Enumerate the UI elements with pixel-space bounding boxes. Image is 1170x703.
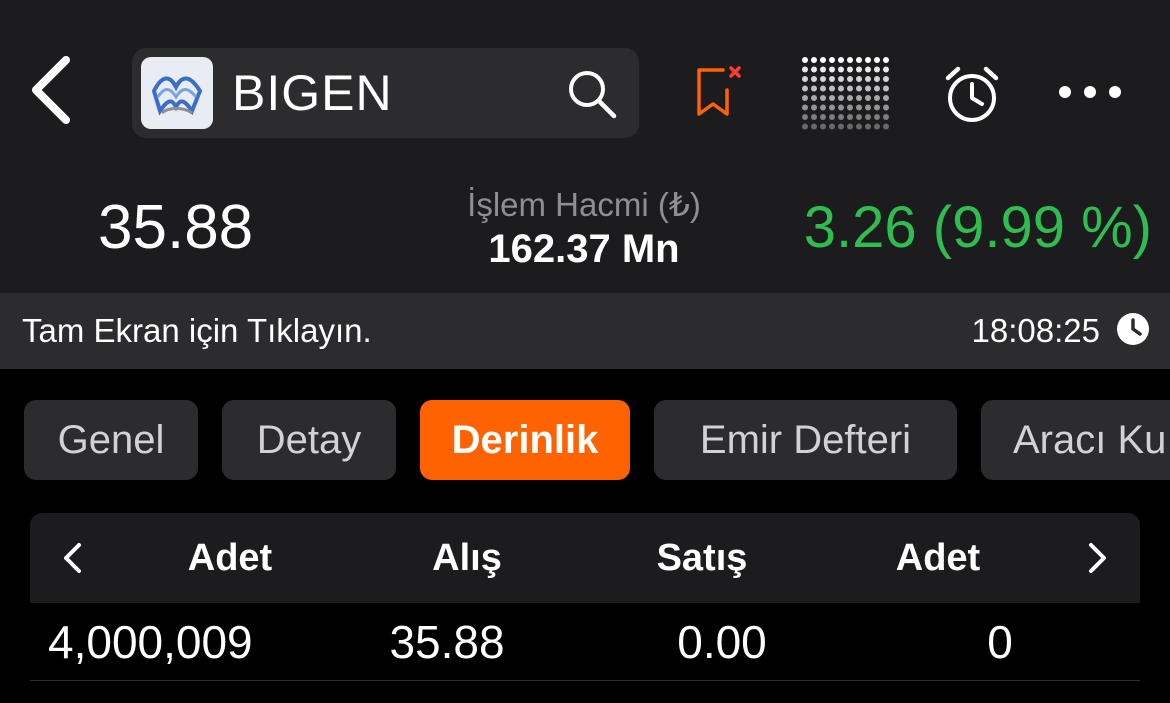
prev-columns-button[interactable]	[42, 513, 102, 603]
price-change: 3.26 (9.99 %)	[803, 195, 1152, 260]
search-button[interactable]	[564, 66, 620, 122]
tab-genel[interactable]: Genel	[24, 400, 198, 480]
tab-araci-kurum[interactable]: Aracı Ku	[981, 400, 1170, 480]
last-price: 35.88	[98, 193, 254, 262]
bookmark-remove-icon	[697, 66, 741, 116]
company-logo	[141, 57, 213, 129]
bookmark-remove-button[interactable]	[690, 60, 746, 122]
ask-quantity: 0	[987, 616, 1013, 668]
logo-icon	[151, 76, 203, 116]
next-columns-button[interactable]	[1068, 513, 1128, 603]
col-head-bid: Alış	[432, 537, 502, 579]
depth-table: Adet Alış Satış Adet 4,000,009 35.88 0.0…	[30, 513, 1140, 703]
tab-derinlik[interactable]: Derinlik	[420, 400, 630, 480]
chevron-left-icon	[32, 56, 70, 124]
clock-icon	[1117, 313, 1149, 345]
search-icon	[569, 71, 617, 119]
fullscreen-link[interactable]: Tam Ekran için Tıklayın.	[22, 311, 372, 351]
stock-header: BIGEN 35.88 İşlem Hacmi (₺) 162.37 Mn 3.…	[0, 0, 1170, 293]
tab-emir-defteri[interactable]: Emir Defteri	[654, 400, 957, 480]
symbol-search-box[interactable]: BIGEN	[132, 48, 639, 138]
bid-quantity: 4,000,009	[48, 616, 253, 668]
grid-icon	[802, 57, 889, 130]
detail-tabs: Genel Detay Derinlik Emir Defteri Aracı …	[0, 400, 1170, 480]
col-head-bid-qty: Adet	[187, 537, 273, 579]
fullscreen-bar[interactable]: Tam Ekran için Tıklayın. 18:08:25	[0, 293, 1170, 369]
volume-label: İşlem Hacmi (₺)	[467, 186, 701, 223]
col-head-ask: Satış	[656, 537, 748, 579]
alarm-icon	[945, 66, 999, 122]
more-button[interactable]	[1050, 72, 1130, 112]
col-head-ask-qty: Adet	[895, 537, 981, 579]
back-button[interactable]	[22, 54, 78, 126]
last-update-time: 18:08:25	[971, 312, 1100, 349]
heatmap-button[interactable]	[800, 55, 890, 133]
table-row[interactable]: 4,000,009 35.88 0.00 0	[30, 603, 1140, 681]
tab-detay[interactable]: Detay	[222, 400, 396, 480]
volume-value: 162.37 Mn	[488, 227, 680, 271]
ask-price: 0.00	[677, 616, 767, 668]
table-header: Adet Alış Satış Adet	[30, 513, 1140, 603]
chevron-left-icon	[64, 543, 81, 573]
table-row-partial[interactable]	[30, 682, 1140, 703]
chevron-right-icon	[1089, 543, 1106, 573]
alarm-button[interactable]	[938, 60, 1006, 128]
bid-price: 35.88	[389, 616, 505, 668]
stock-symbol: BIGEN	[232, 65, 393, 121]
more-icon	[1059, 86, 1121, 98]
